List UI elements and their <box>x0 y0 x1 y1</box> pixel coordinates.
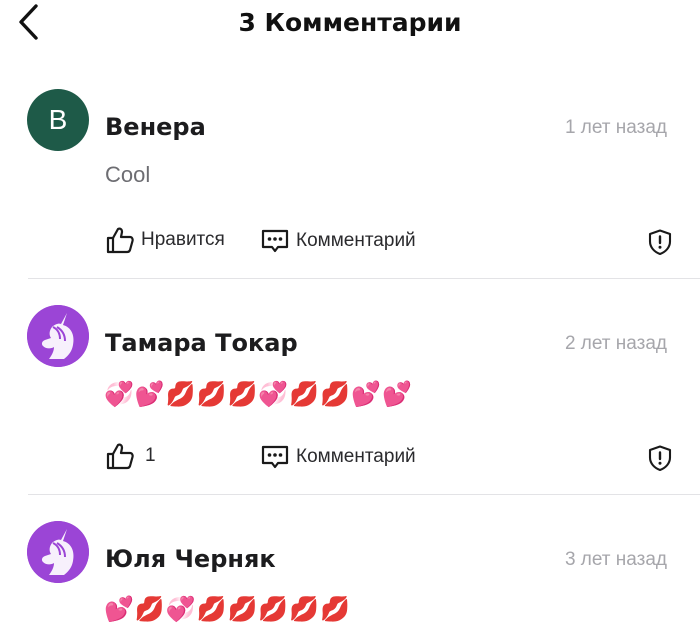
comment-bubble-icon <box>261 445 289 469</box>
avatar[interactable] <box>27 305 89 367</box>
thumbs-up-icon <box>106 443 134 470</box>
like-label: Нравится <box>141 229 225 250</box>
like-count: 1 <box>145 445 156 466</box>
comment-button[interactable]: Комментарий <box>260 443 416 471</box>
divider <box>28 494 700 495</box>
report-button[interactable] <box>646 444 674 472</box>
comment-text: 💕💋💞💋💋💋💋💋 <box>104 595 352 623</box>
comment-button[interactable]: Комментарий <box>260 227 416 255</box>
shield-alert-icon <box>648 229 672 256</box>
comment-time: 3 лет назад <box>564 549 667 570</box>
unicorn-icon <box>27 521 89 583</box>
comment-label: Комментарий <box>296 230 416 251</box>
report-button[interactable] <box>646 228 674 256</box>
comment-time: 2 лет назад <box>564 333 667 354</box>
comment-text: 💞💕💋💋💋💞💋💋💕💕 <box>104 380 413 408</box>
thumbs-up-icon <box>106 227 134 254</box>
like-button[interactable]: Нравится <box>105 225 225 255</box>
page-title: 3 Комментарии <box>238 8 462 37</box>
comment-label: Комментарий <box>296 446 416 467</box>
comment-author[interactable]: Венера <box>105 111 206 143</box>
header: 3 Комментарии <box>0 0 700 50</box>
shield-alert-icon <box>648 445 672 472</box>
comment-bubble-icon <box>261 229 289 253</box>
comment-author[interactable]: Тамара Токар <box>105 327 298 359</box>
comment-text: Cool <box>105 162 151 187</box>
like-button[interactable]: 1 <box>105 441 156 471</box>
avatar[interactable]: B <box>27 89 89 151</box>
comment-author[interactable]: Юля Черняк <box>105 543 276 575</box>
comment-time: 1 лет назад <box>564 117 667 138</box>
divider <box>28 278 700 279</box>
avatar[interactable] <box>27 521 89 583</box>
unicorn-icon <box>27 305 89 367</box>
